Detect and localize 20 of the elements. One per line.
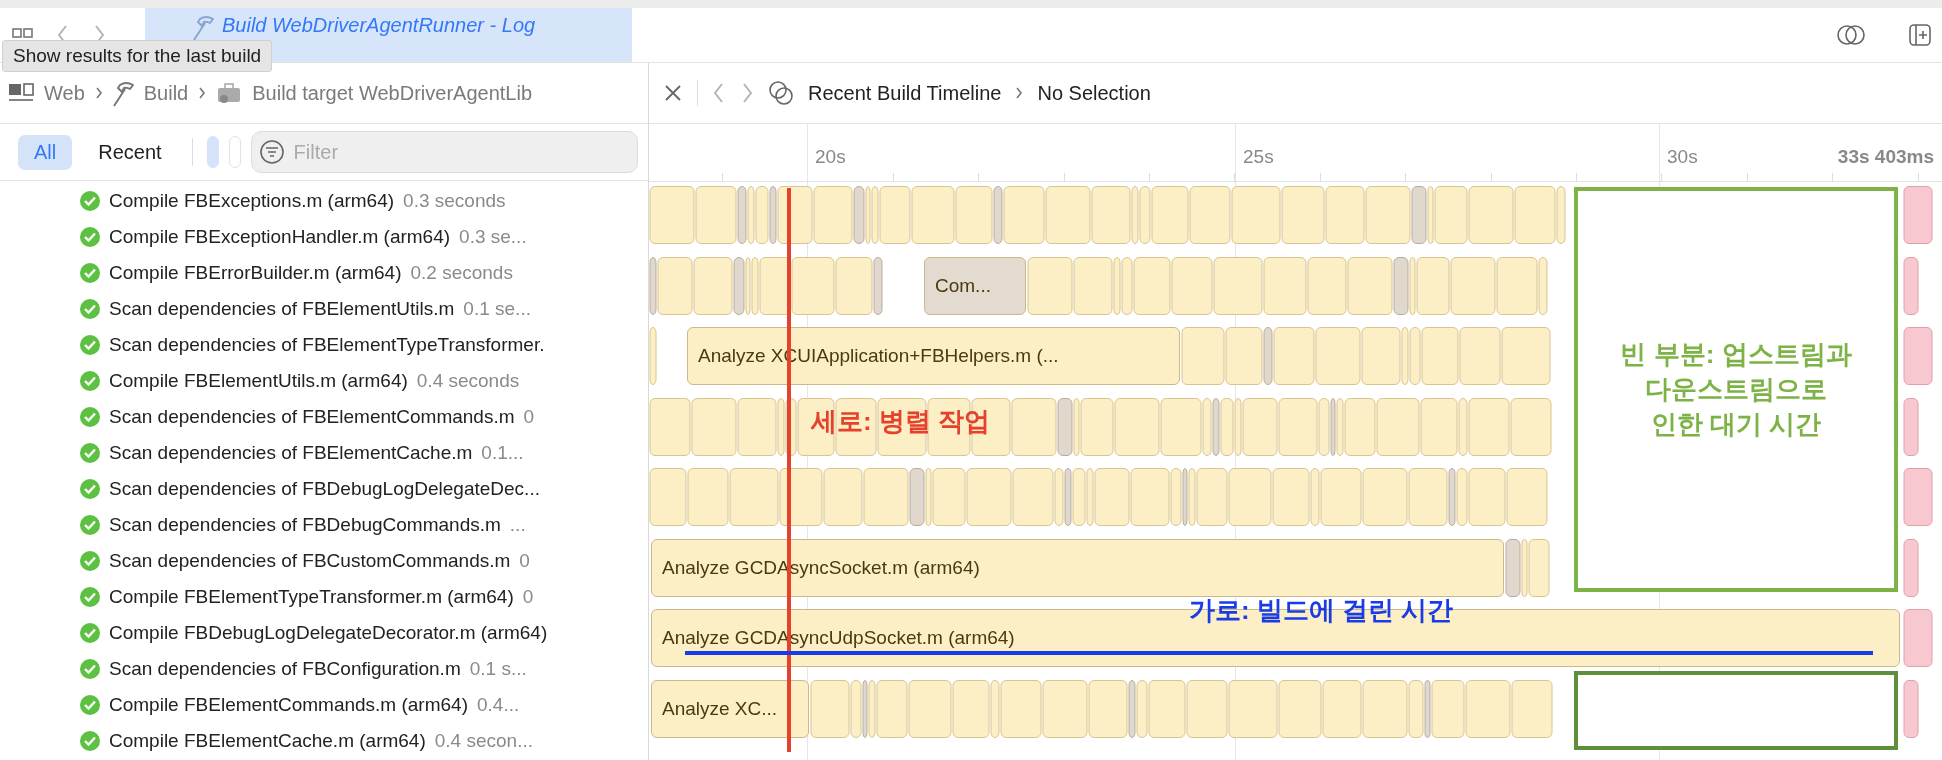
task-duration: 0 bbox=[523, 406, 535, 428]
task-duration: 0.1 se... bbox=[463, 298, 531, 320]
task-duration: 0.2 seconds bbox=[410, 262, 513, 284]
time-label: 33s 403ms bbox=[1837, 146, 1934, 168]
time-label: 20s bbox=[815, 146, 846, 168]
task-duration: 0.3 se... bbox=[459, 226, 527, 248]
task-duration: ... bbox=[509, 514, 526, 536]
task-duration: 0.3 seconds bbox=[403, 190, 506, 212]
task-duration: 0.1 s... bbox=[469, 658, 527, 680]
task-duration: 0.1... bbox=[481, 442, 524, 464]
task-duration: 0 bbox=[522, 586, 534, 608]
task-duration: 0 bbox=[519, 550, 530, 572]
task-duration: 0.4... bbox=[477, 694, 520, 716]
task-duration: 0.4 seconds bbox=[416, 370, 520, 392]
annotation-text: 세로: 병렬 작업 bbox=[811, 405, 991, 438]
time-label: 25s bbox=[1243, 146, 1274, 168]
annotation-text: 빈 부분: 업스트림과 다운스트림으로 인한 대기 시간 bbox=[1620, 337, 1852, 442]
task-duration: 0.4 secon... bbox=[434, 730, 533, 752]
tooltip: Show results for the last build bbox=[2, 40, 273, 72]
time-label: 30s bbox=[1667, 146, 1698, 168]
